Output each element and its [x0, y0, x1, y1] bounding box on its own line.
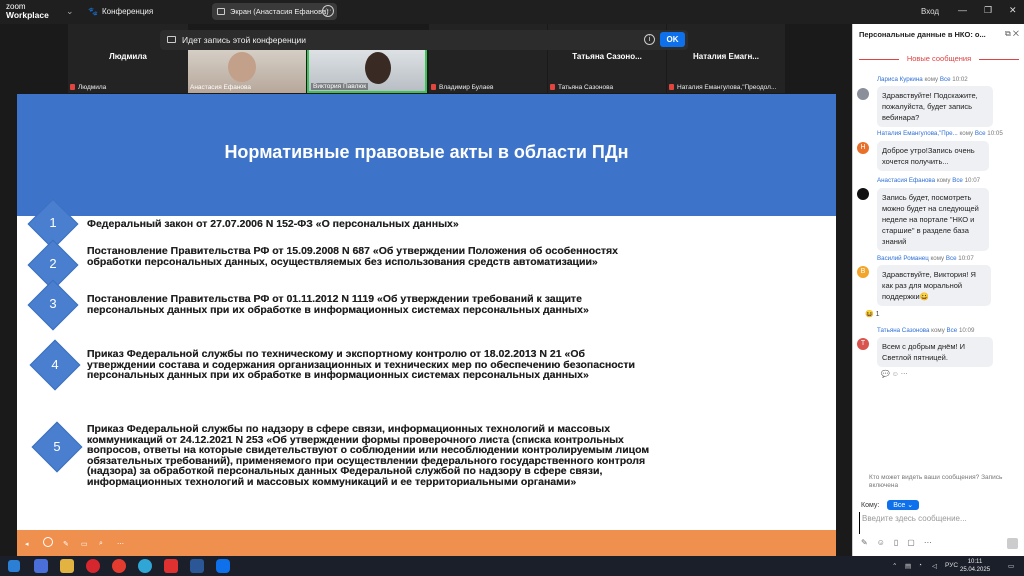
screenshot-icon[interactable]: ▢: [907, 538, 924, 547]
more-icon[interactable]: ···: [322, 5, 334, 17]
pen-icon[interactable]: ✎: [63, 540, 69, 548]
recipient-select[interactable]: Все ⌄: [887, 500, 920, 510]
edge-icon[interactable]: [138, 559, 152, 573]
wifi-icon[interactable]: ◔: [918, 562, 922, 569]
recording-banner: Идет запись этой конференции i: [160, 30, 688, 50]
screen-icon: [217, 8, 225, 15]
avatar: Н: [857, 142, 869, 154]
visibility-notice[interactable]: Кто может видеть ваши сообщения? Запись …: [869, 474, 1019, 490]
chat-message[interactable]: Здравствуйте, Виктория! Я как раз для мо…: [877, 265, 991, 306]
language-indicator[interactable]: РУС: [945, 562, 958, 569]
chevron-up-icon[interactable]: ⌃: [892, 562, 897, 570]
clock[interactable]: 10:11 25.04.2025: [960, 558, 990, 574]
network-icon[interactable]: ▤: [905, 562, 911, 570]
send-button[interactable]: [1007, 538, 1018, 549]
reply-icon[interactable]: 💬: [881, 371, 890, 378]
close-icon[interactable]: ✕: [1013, 29, 1019, 38]
zoom-icon[interactable]: [216, 559, 230, 573]
zoom-icon[interactable]: ⌕: [99, 540, 103, 548]
close-icon[interactable]: ✕: [1009, 5, 1017, 16]
taskbar: ⌃ ▤ ◔ ◁ РУС 10:11 25.04.2025 ▭: [0, 556, 1024, 576]
chat-message[interactable]: Здравствуйте! Подскажите, пожалуйста, бу…: [877, 86, 993, 127]
restore-icon[interactable]: ❐: [984, 5, 992, 16]
volume-icon[interactable]: ◁: [932, 562, 937, 570]
reaction-badge[interactable]: 😆 1: [865, 310, 880, 318]
minimize-icon[interactable]: —: [958, 5, 967, 15]
avatar: В: [857, 266, 869, 278]
opera-icon[interactable]: [86, 559, 100, 573]
chat-message[interactable]: Доброе утро!Запись очень хочется получит…: [877, 141, 989, 171]
recording-icon: [167, 36, 176, 43]
zoom-logo: zoom Workplace: [6, 2, 49, 20]
slide-title: Нормативные правовые акты в области ПДн: [224, 142, 629, 162]
title-bar: zoom Workplace ⌄ 🐾 Конференция Экран (Ана…: [0, 0, 1024, 24]
mic-muted-icon: [70, 84, 75, 91]
message-input[interactable]: Введите здесь сообщение...: [859, 512, 1019, 534]
list-item: Приказ Федеральной службы по техническом…: [87, 348, 635, 381]
prev-arrow-icon[interactable]: ◂: [25, 540, 29, 548]
save-icon[interactable]: [34, 559, 48, 573]
list-item: Постановление Правительства РФ от 01.11.…: [87, 293, 589, 316]
avatar: Т: [857, 338, 869, 350]
avatar: [857, 188, 869, 200]
slides-icon[interactable]: ▭: [81, 540, 88, 548]
chat-message[interactable]: Всем с добрым днём! И Светлой пятницей.: [877, 337, 993, 367]
zoom-window: zoom Workplace ⌄ 🐾 Конференция Экран (Ана…: [0, 0, 1024, 576]
screen-share-tab[interactable]: Экран (Анастасия Ефанова) ···: [212, 3, 337, 20]
yandex-browser-icon[interactable]: [164, 559, 178, 573]
list-item: Приказ Федеральной службы по надзору в с…: [87, 423, 650, 488]
notification-icon[interactable]: ▭: [1008, 562, 1014, 570]
chat-panel: Персональные данные в НКО: о... ⧉ ✕ Новы…: [852, 24, 1024, 556]
mic-muted-icon: [431, 84, 436, 91]
emoji-icon[interactable]: ☺: [892, 371, 899, 378]
new-messages-divider: Новые сообщения: [853, 54, 1024, 63]
conference-menu[interactable]: 🐾 Конференция: [88, 7, 153, 16]
windows-start-icon[interactable]: [8, 560, 20, 572]
list-item: Постановление Правительства РФ от 15.09.…: [87, 245, 619, 268]
pointer-icon[interactable]: [43, 537, 53, 547]
mic-muted-icon: [669, 84, 674, 91]
popout-icon[interactable]: ⧉: [1005, 29, 1011, 38]
chat-title: Персональные данные в НКО: о...: [859, 30, 986, 39]
paw-icon: 🐾: [88, 7, 98, 16]
participant-video[interactable]: Анастасия Ефанова: [188, 46, 306, 93]
login-button[interactable]: Вход: [921, 7, 939, 16]
more-icon[interactable]: ⋯: [117, 540, 124, 548]
folder-icon[interactable]: [60, 559, 74, 573]
chevron-down-icon[interactable]: ⌄: [66, 6, 74, 17]
mic-muted-icon: [550, 84, 555, 91]
ok-button[interactable]: OK: [660, 32, 685, 47]
yandex-icon[interactable]: [112, 559, 126, 573]
word-icon[interactable]: [190, 559, 204, 573]
more-icon[interactable]: ⋯: [924, 538, 941, 547]
file-icon[interactable]: ▯: [894, 538, 907, 547]
chat-message[interactable]: Запись будет, посмотреть можно будет на …: [877, 188, 989, 251]
shared-slide: Нормативные правовые акты в области ПДн …: [17, 94, 836, 556]
format-icon[interactable]: ✎: [861, 538, 877, 547]
more-icon[interactable]: ⋯: [901, 371, 908, 378]
list-item: Федеральный закон от 27.07.2006 N 152-ФЗ…: [87, 218, 459, 230]
avatar: [857, 88, 869, 100]
emoji-icon[interactable]: ☺: [877, 538, 894, 547]
active-speaker-video[interactable]: Виктория Павлюк: [307, 46, 427, 93]
info-icon[interactable]: i: [644, 34, 655, 45]
